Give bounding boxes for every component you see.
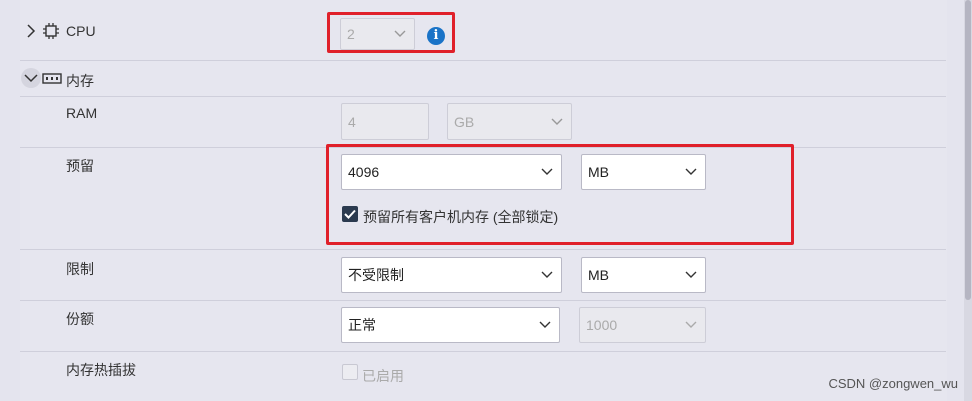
memory-expand-toggle[interactable] (21, 68, 41, 88)
ram-unit-select[interactable]: GB (447, 103, 572, 140)
cpu-highlight-box (327, 12, 455, 53)
watermark: CSDN @zongwen_wu (828, 376, 958, 391)
row-divider (20, 351, 946, 352)
chevron-down-icon (539, 321, 551, 328)
reservation-label: 预留 (66, 158, 94, 174)
reservation-highlight-box (326, 144, 794, 245)
shares-amount-select[interactable]: 1000 (579, 307, 706, 343)
chevron-down-icon (541, 271, 553, 278)
shares-amount-value: 1000 (586, 317, 618, 333)
memory-label: 内存 (66, 73, 94, 89)
hot-plug-label: 内存热插拔 (66, 362, 136, 378)
limit-value: 不受限制 (348, 267, 404, 283)
chevron-down-icon (685, 271, 697, 278)
row-divider (20, 96, 946, 97)
ram-label: RAM (66, 105, 98, 121)
row-divider (20, 249, 946, 250)
cpu-label: CPU (66, 23, 96, 39)
ram-size-value: 4 (348, 113, 356, 130)
hot-plug-checkbox[interactable] (342, 364, 358, 380)
chevron-right-icon (27, 24, 36, 38)
shares-value: 正常 (348, 317, 376, 333)
memory-module-icon (42, 72, 62, 89)
shares-select[interactable]: 正常 (341, 307, 560, 343)
hot-plug-option-label: 已启用 (362, 368, 404, 384)
chevron-down-icon (551, 118, 563, 125)
row-divider (20, 60, 946, 61)
row-divider (20, 300, 946, 301)
cpu-chip-icon (42, 22, 60, 43)
limit-select[interactable]: 不受限制 (341, 257, 562, 293)
limit-label: 限制 (66, 261, 94, 277)
shares-label: 份额 (66, 311, 94, 327)
cpu-expand-toggle[interactable] (24, 22, 38, 40)
chevron-down-icon (24, 74, 38, 83)
ram-size-input[interactable]: 4 (341, 103, 429, 140)
ram-unit-value: GB (454, 113, 475, 130)
chevron-down-icon (685, 321, 697, 328)
limit-unit-value: MB (588, 267, 609, 283)
limit-unit-select[interactable]: MB (581, 257, 706, 293)
scrollbar-thumb[interactable] (965, 0, 971, 300)
